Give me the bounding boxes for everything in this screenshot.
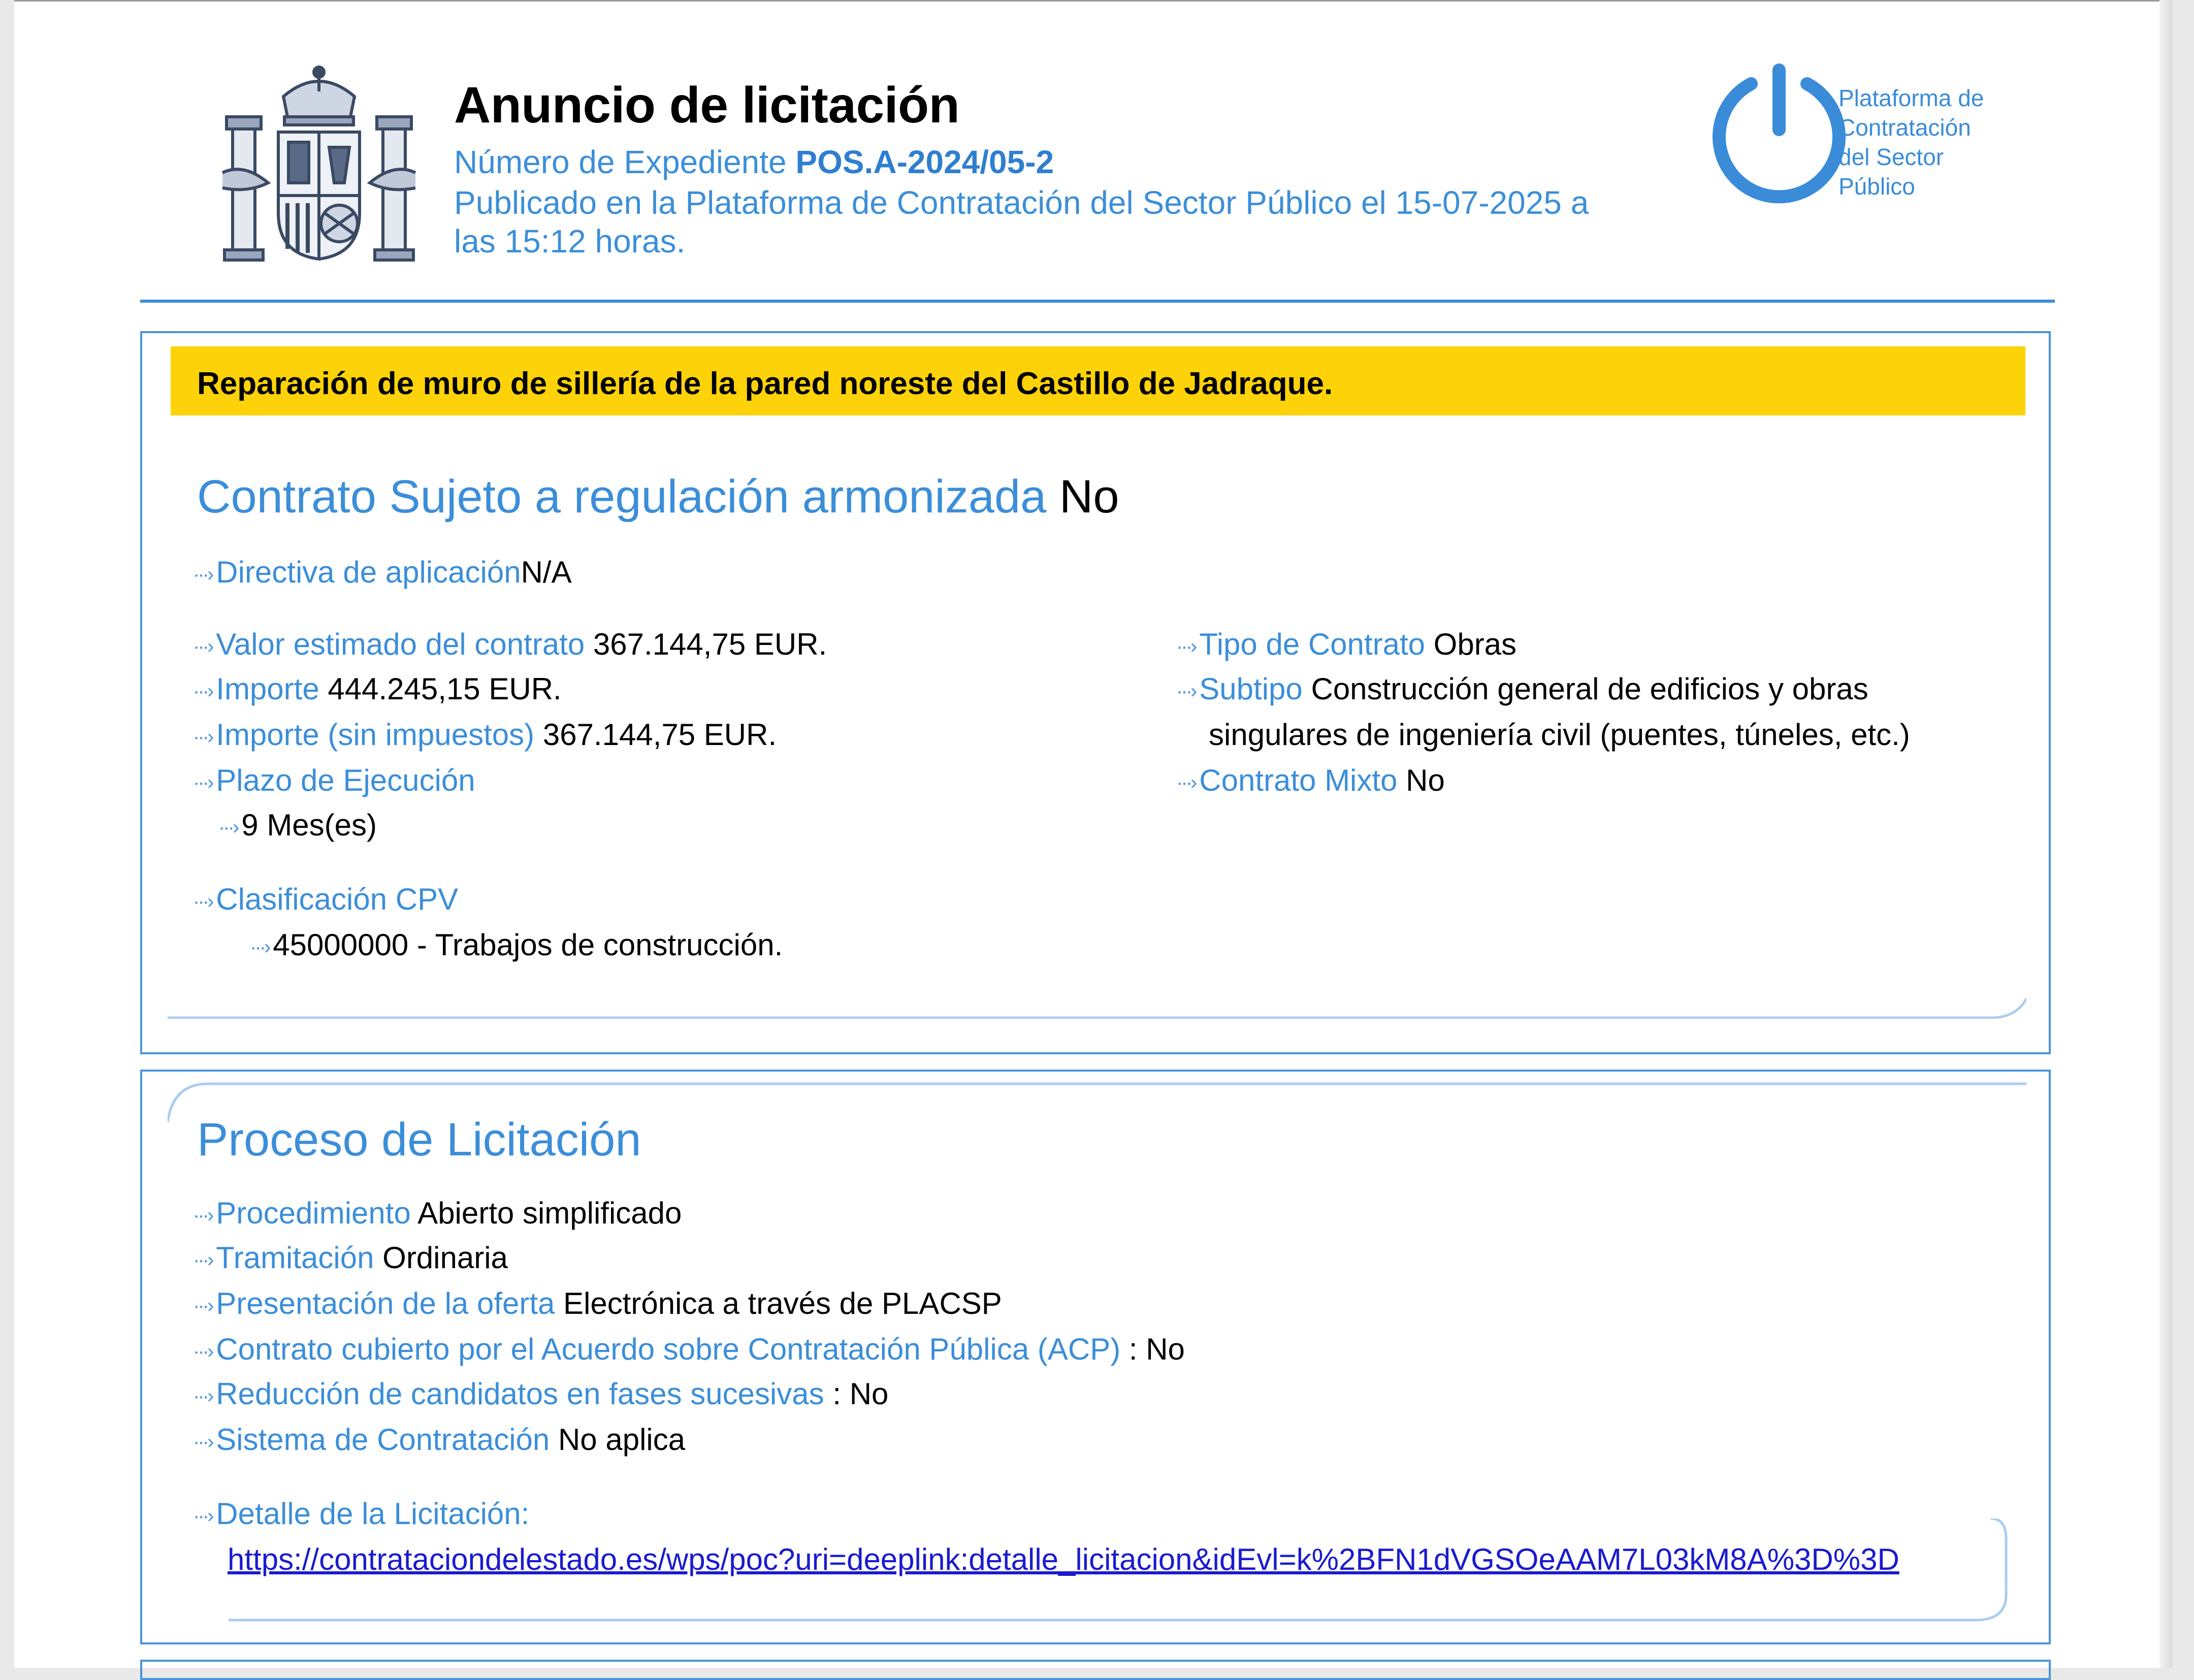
sistema-value: No aplica bbox=[558, 1423, 686, 1457]
acp-value: : No bbox=[1128, 1332, 1185, 1366]
header-divider bbox=[140, 300, 2055, 303]
plazo-value: 9 Mes(es) bbox=[241, 808, 377, 842]
document-page: Anuncio de licitación Número de Expedien… bbox=[14, 0, 2173, 1680]
arrow-icon: ···› bbox=[1176, 771, 1197, 794]
logo-text-line: Contratación bbox=[1838, 114, 1971, 141]
arrow-icon: ···› bbox=[193, 563, 214, 586]
top-border bbox=[14, 0, 2173, 2]
plazo-label: Plazo de Ejecución bbox=[216, 763, 475, 797]
power-logo-icon bbox=[1713, 63, 1846, 204]
link-box-curve bbox=[229, 1519, 2008, 1622]
tramitacion-value: Ordinaria bbox=[382, 1241, 508, 1275]
contract-section: Reparación de muro de sillería de la par… bbox=[140, 331, 2051, 1054]
arrow-icon: ···› bbox=[193, 1248, 214, 1271]
subtipo-row-cont: singulares de ingeniería civil (puentes,… bbox=[1209, 717, 1910, 752]
proceso-heading: Proceso de Licitación bbox=[197, 1114, 641, 1166]
mixto-value: No bbox=[1406, 763, 1445, 797]
reduccion-label: Reducción de candidatos en fases sucesiv… bbox=[216, 1377, 824, 1411]
logo-text-line: Público bbox=[1838, 173, 1915, 200]
proceso-section: Proceso de Licitación ···› Procedimiento … bbox=[140, 1070, 2051, 1644]
cpv-value-row: ···› 45000000 - Trabajos de construcción. bbox=[250, 927, 783, 962]
coat-of-arms-icon bbox=[221, 66, 416, 262]
tramitacion-row: ···› Tramitación Ordinaria bbox=[193, 1240, 508, 1275]
importe-label: Importe bbox=[216, 672, 319, 706]
tramitacion-label: Tramitación bbox=[216, 1241, 374, 1275]
arrow-icon: ···› bbox=[193, 725, 214, 748]
armonizada-label: Contrato Sujeto a regulación armonizada bbox=[197, 471, 1047, 523]
page-title: Anuncio de licitación bbox=[454, 77, 960, 134]
arrow-icon: ···› bbox=[193, 890, 214, 913]
directiva-label: Directiva de aplicación bbox=[216, 555, 521, 589]
platform-logo-text: Plataforma de Contratación del Sector Pú… bbox=[1838, 83, 2042, 201]
importe-sin-value: 367.144,75 EUR. bbox=[542, 718, 777, 752]
arrow-icon: ···› bbox=[193, 771, 214, 794]
valor-value: 367.144,75 EUR. bbox=[593, 627, 827, 661]
logo-text-line: del Sector bbox=[1838, 144, 1944, 170]
published-line-2: las 15:12 horas. bbox=[454, 223, 686, 260]
presentacion-label: Presentación de la oferta bbox=[216, 1286, 555, 1320]
importe-sin-label: Importe (sin impuestos) bbox=[216, 718, 535, 752]
sistema-row: ···› Sistema de Contratación No aplica bbox=[193, 1422, 685, 1457]
valor-label: Valor estimado del contrato bbox=[216, 627, 585, 661]
cpv-value: 45000000 - Trabajos de construcción. bbox=[273, 928, 783, 962]
expediente-label: Número de Expediente bbox=[454, 144, 787, 180]
mixto-label: Contrato Mixto bbox=[1199, 763, 1398, 797]
subtipo-value: Construcción general de edificios y obra… bbox=[1311, 672, 1868, 706]
acp-row: ···› Contrato cubierto por el Acuerdo sob… bbox=[193, 1332, 1185, 1367]
section-bottom-curve bbox=[168, 997, 2026, 1019]
reduccion-row: ···› Reducción de candidatos en fases suc… bbox=[193, 1376, 888, 1411]
published-line-1: Publicado en la Plataforma de Contrataci… bbox=[454, 184, 1589, 221]
page-edge-shadow bbox=[2159, 0, 2173, 1668]
plazo-row: ···› Plazo de Ejecución bbox=[193, 763, 475, 798]
procedimiento-label: Procedimiento bbox=[216, 1196, 411, 1230]
subtipo-value-cont: singulares de ingeniería civil (puentes,… bbox=[1209, 718, 1910, 752]
next-section bbox=[140, 1660, 2051, 1680]
logo-text-line: Plataforma de bbox=[1838, 85, 1984, 111]
valor-row: ···› Valor estimado del contrato 367.144,… bbox=[193, 627, 827, 662]
sistema-label: Sistema de Contratación bbox=[216, 1423, 550, 1457]
procedimiento-value: Abierto simplificado bbox=[417, 1196, 682, 1230]
presentacion-value: Electrónica a través de PLACSP bbox=[563, 1286, 1002, 1320]
arrow-icon: ···› bbox=[193, 1204, 214, 1226]
arrow-icon: ···› bbox=[1176, 635, 1197, 658]
importe-value: 444.245,15 EUR. bbox=[328, 672, 562, 706]
directiva-row: ···› Directiva de aplicaciónN/A bbox=[193, 555, 572, 590]
arrow-icon: ···› bbox=[193, 1430, 214, 1453]
acp-label: Contrato cubierto por el Acuerdo sobre C… bbox=[216, 1332, 1121, 1366]
subtipo-label: Subtipo bbox=[1199, 672, 1303, 706]
tipo-label: Tipo de Contrato bbox=[1199, 627, 1425, 661]
procedimiento-row: ···› Procedimiento Abierto simplificado bbox=[193, 1196, 682, 1231]
arrow-icon: ···› bbox=[193, 1384, 214, 1407]
subtipo-row: ···› Subtipo Construcción general de edif… bbox=[1176, 671, 1868, 706]
expediente-line: Número de Expediente POS.A-2024/05-2 bbox=[454, 143, 1054, 181]
expediente-number: POS.A-2024/05-2 bbox=[795, 144, 1054, 180]
armonizada-heading: Contrato Sujeto a regulación armonizada … bbox=[197, 470, 1119, 524]
plazo-value-row: ···› 9 Mes(es) bbox=[218, 807, 377, 843]
tipo-row: ···› Tipo de Contrato Obras bbox=[1176, 627, 1517, 662]
contract-title: Reparación de muro de sillería de la par… bbox=[197, 366, 1333, 401]
importe-row: ···› Importe 444.245,15 EUR. bbox=[193, 671, 562, 706]
contract-title-banner: Reparación de muro de sillería de la par… bbox=[171, 346, 2025, 415]
arrow-icon: ···› bbox=[193, 1340, 214, 1363]
arrow-icon: ···› bbox=[193, 680, 214, 702]
importe-sin-row: ···› Importe (sin impuestos) 367.144,75 E… bbox=[193, 717, 777, 752]
tipo-value: Obras bbox=[1433, 627, 1517, 661]
arrow-icon: ···› bbox=[250, 935, 271, 958]
arrow-icon: ···› bbox=[193, 635, 214, 658]
cpv-label: Clasificación CPV bbox=[216, 882, 459, 916]
armonizada-value: No bbox=[1059, 471, 1119, 523]
presentacion-row: ···› Presentación de la oferta Electrónic… bbox=[193, 1286, 1002, 1321]
arrow-icon: ···› bbox=[1176, 680, 1197, 702]
reduccion-value: : No bbox=[832, 1377, 889, 1411]
directiva-value: N/A bbox=[521, 555, 572, 589]
arrow-icon: ···› bbox=[193, 1294, 214, 1317]
mixto-row: ···› Contrato Mixto No bbox=[1176, 763, 1445, 798]
cpv-row: ···› Clasificación CPV bbox=[193, 882, 458, 917]
arrow-icon: ···› bbox=[218, 816, 239, 838]
